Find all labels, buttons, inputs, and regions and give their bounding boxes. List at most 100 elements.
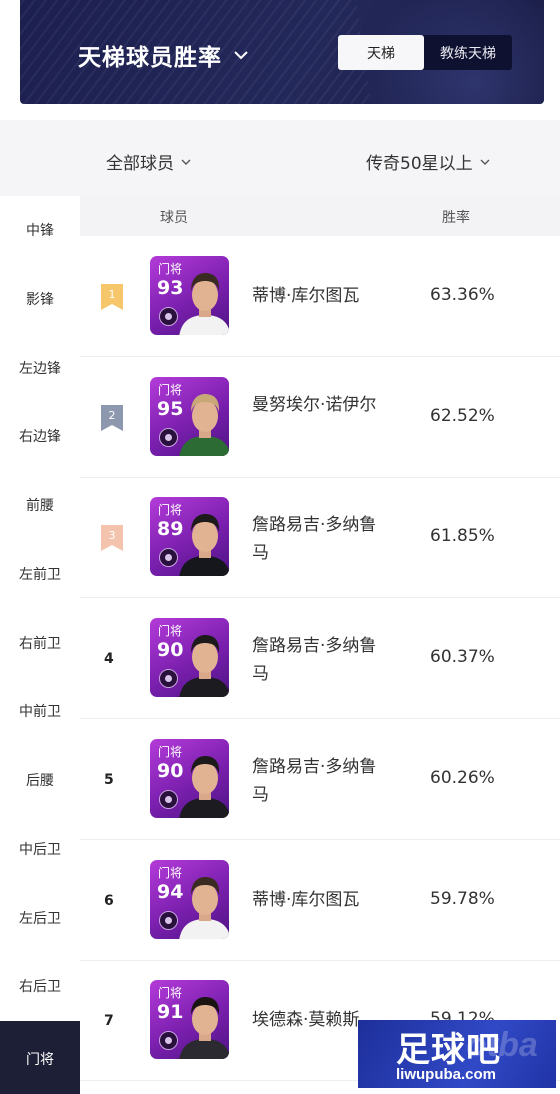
svg-text:3: 3 xyxy=(109,529,116,542)
player-card[interactable]: 门将 93 xyxy=(150,256,229,335)
sidebar-item[interactable]: 前腰 xyxy=(0,471,80,539)
watermark-url: liwupuba.com xyxy=(396,1066,497,1083)
player-card[interactable]: 门将 90 xyxy=(150,738,229,818)
title-dropdown[interactable]: 天梯球员胜率 xyxy=(78,38,250,72)
ladder-tabs: 天梯 教练天梯 xyxy=(338,35,512,70)
player-name: 蒂博·库尔图瓦 xyxy=(252,286,360,306)
player-portrait xyxy=(179,273,229,335)
player-portrait xyxy=(179,635,229,698)
card-badge-icon xyxy=(159,307,178,326)
card-badge-icon xyxy=(159,427,178,447)
sidebar-item[interactable]: 左边锋 xyxy=(0,334,80,402)
sidebar-item[interactable]: 中后卫 xyxy=(0,815,80,883)
rank-medal-icon: 3 xyxy=(101,525,123,552)
player-card[interactable]: 门将 90 xyxy=(150,618,229,698)
card-rating: 90 xyxy=(157,759,184,782)
chevron-down-icon xyxy=(480,159,490,165)
watermark-logo: otba 足球吧 liwupuba.com xyxy=(358,1020,556,1088)
card-rating: 95 xyxy=(157,397,184,420)
svg-text:2: 2 xyxy=(109,409,116,422)
player-portrait xyxy=(179,997,229,1060)
sidebar-item[interactable]: 后腰 xyxy=(0,746,80,814)
player-name: 曼努埃尔·诺伊尔 xyxy=(252,394,377,415)
player-portrait xyxy=(179,514,229,577)
win-rate-value: 62.52% xyxy=(430,405,495,426)
card-rating: 94 xyxy=(157,880,184,903)
rank-medal-icon: 1 xyxy=(101,284,123,310)
card-position: 门将 xyxy=(158,744,183,759)
column-header-rate: 胜率 xyxy=(442,210,470,226)
card-position: 门将 xyxy=(158,986,183,1001)
tab-coach-ladder[interactable]: 教练天梯 xyxy=(424,35,512,70)
player-card[interactable]: 门将 91 xyxy=(150,980,229,1060)
sidebar-item[interactable]: 右后卫 xyxy=(0,952,80,1020)
table-row[interactable]: 1 门将 93 蒂博·库尔图瓦 63.36% xyxy=(80,236,560,357)
player-name: 詹路易吉·多纳鲁马 xyxy=(252,515,377,564)
card-badge-icon xyxy=(159,669,178,689)
sidebar-item[interactable]: 右前卫 xyxy=(0,609,80,677)
column-header-player: 球员 xyxy=(160,210,188,226)
card-position: 门将 xyxy=(158,262,183,276)
player-portrait xyxy=(179,876,229,939)
sidebar-item[interactable]: 影锋 xyxy=(0,265,80,333)
rank-number: 5 xyxy=(104,771,114,788)
card-badge-icon xyxy=(159,789,178,809)
chevron-down-icon xyxy=(234,51,248,60)
card-badge-icon xyxy=(159,910,178,930)
watermark-title: 足球吧 xyxy=(396,1030,501,1070)
sidebar-item[interactable]: 右边锋 xyxy=(0,402,80,470)
sidebar-item[interactable]: 中前卫 xyxy=(0,677,80,745)
app-root: 天梯球员胜率 天梯 教练天梯 全部球员 传奇50星以上 中锋 影锋 左边锋 右边锋 xyxy=(0,0,560,1094)
table-row[interactable]: 3 门将 89 詹路易吉·多纳鲁马 61.85% xyxy=(80,477,560,599)
table-row[interactable]: 6 门将 94 蒂博·库尔图瓦 59.78% xyxy=(80,840,560,961)
rank-number: 4 xyxy=(104,651,114,668)
sidebar-item[interactable]: 左前卫 xyxy=(0,540,80,608)
position-sidebar: 中锋 影锋 左边锋 右边锋 前腰 左前卫 右前卫 中前卫 后腰 中后卫 左后卫 右后卫 门将 xyxy=(0,196,80,1094)
card-rating: 93 xyxy=(157,277,184,299)
player-name: 詹路易吉·多纳鲁马 xyxy=(252,636,377,685)
tier-filter[interactable]: 传奇50星以上 xyxy=(366,149,491,174)
player-card[interactable]: 门将 95 xyxy=(150,376,229,456)
scope-filter-label: 全部球员 xyxy=(106,154,174,174)
sidebar-item[interactable]: 左后卫 xyxy=(0,884,80,952)
card-position: 门将 xyxy=(158,503,183,518)
card-badge-icon xyxy=(159,1031,178,1051)
scope-filter[interactable]: 全部球员 xyxy=(106,149,192,174)
page-title: 天梯球员胜率 xyxy=(78,45,222,71)
rank-number: 7 xyxy=(104,1013,114,1030)
win-rate-value: 63.36% xyxy=(430,285,495,305)
card-rating: 91 xyxy=(157,1001,184,1024)
win-rate-value: 60.37% xyxy=(430,647,495,668)
player-card[interactable]: 门将 94 xyxy=(150,859,229,939)
player-name: 蒂博·库尔图瓦 xyxy=(252,889,360,910)
sidebar-item[interactable]: 门将 xyxy=(0,1021,80,1094)
win-rate-value: 61.85% xyxy=(430,526,495,547)
header-banner: 天梯球员胜率 天梯 教练天梯 xyxy=(20,0,544,104)
filter-row: 全部球员 传奇50星以上 xyxy=(0,120,560,196)
tab-ladder[interactable]: 天梯 xyxy=(338,35,424,70)
table-row[interactable]: 5 门将 90 詹路易吉·多纳鲁马 60.26% xyxy=(80,719,560,840)
win-rate-value: 60.26% xyxy=(430,767,495,788)
card-rating: 89 xyxy=(157,518,184,541)
chevron-down-icon xyxy=(181,159,191,165)
table-row[interactable]: 4 门将 90 詹路易吉·多纳鲁马 60.37% xyxy=(80,598,560,720)
table-header: 球员 胜率 xyxy=(80,196,560,236)
tier-filter-label: 传奇50星以上 xyxy=(366,154,473,174)
svg-text:1: 1 xyxy=(109,288,116,301)
card-position: 门将 xyxy=(158,382,183,397)
card-position: 门将 xyxy=(158,865,183,880)
card-position: 门将 xyxy=(158,624,183,639)
player-card[interactable]: 门将 89 xyxy=(150,497,229,577)
table-row[interactable]: 2 门将 95 曼努埃尔·诺伊尔 62.52% xyxy=(80,357,560,478)
sidebar-item[interactable]: 中锋 xyxy=(0,196,80,264)
player-portrait xyxy=(179,393,229,456)
rank-number: 6 xyxy=(104,892,114,909)
card-badge-icon xyxy=(159,548,178,568)
rank-medal-icon: 2 xyxy=(101,404,123,431)
header-area: 天梯球员胜率 天梯 教练天梯 xyxy=(0,0,560,120)
win-rate-table: 球员 胜率 1 门将 93 蒂博·库尔图瓦 63.36% 2 门将 95 曼努埃尔·诺伊尔 62.… xyxy=(80,196,560,1094)
win-rate-value: 59.78% xyxy=(430,888,495,909)
player-name: 詹路易吉·多纳鲁马 xyxy=(252,756,377,805)
player-portrait xyxy=(179,755,229,818)
card-rating: 90 xyxy=(157,639,184,662)
